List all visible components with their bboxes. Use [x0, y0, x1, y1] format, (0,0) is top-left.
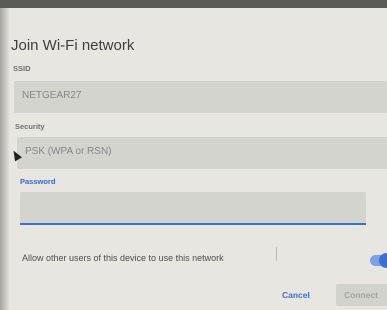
screen-top-edge: [0, 0, 387, 8]
security-select[interactable]: PSK (WPA or RSN): [17, 137, 387, 169]
divider: [276, 247, 277, 261]
toggle-knob: [379, 253, 387, 268]
ssid-value: NETGEAR27: [22, 90, 82, 101]
cancel-button[interactable]: Cancel: [274, 284, 318, 306]
password-label: Password: [20, 177, 56, 186]
screen-edge-shadow: [0, 8, 10, 310]
dialog-title: Join Wi-Fi network: [11, 37, 135, 54]
allow-shared-label: Allow other users of this device to use …: [22, 253, 224, 263]
ssid-field[interactable]: NETGEAR27: [14, 81, 387, 113]
password-input[interactable]: [20, 192, 366, 225]
connect-button[interactable]: Connect: [336, 284, 387, 306]
security-label: Security: [15, 122, 45, 131]
ssid-label: SSID: [13, 64, 31, 73]
allow-shared-toggle[interactable]: [370, 253, 387, 268]
security-value: PSK (WPA or RSN): [25, 146, 112, 157]
join-wifi-dialog: Join Wi-Fi network SSID NETGEAR27 Securi…: [0, 8, 387, 310]
